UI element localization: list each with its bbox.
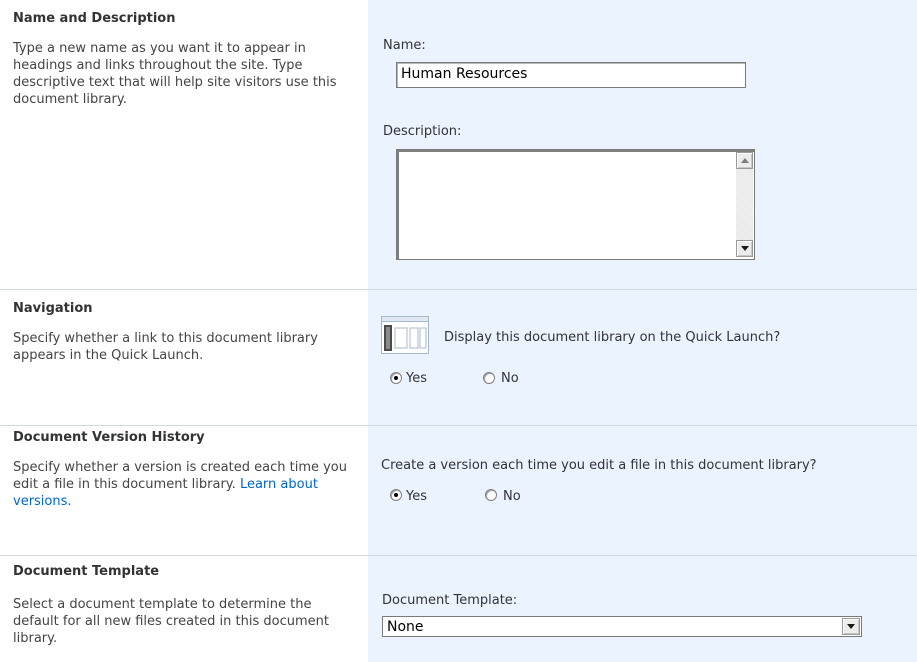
chevron-down-icon [847, 624, 855, 629]
name-label: Name: [383, 38, 426, 53]
description-label: Description: [383, 124, 462, 139]
quick-launch-icon [381, 316, 429, 354]
versioning-no-radio[interactable] [485, 489, 497, 501]
name-description-heading: Name and Description [13, 11, 176, 26]
name-input[interactable]: Human Resources [396, 62, 746, 88]
navigation-heading: Navigation [13, 301, 93, 316]
scroll-up-button[interactable] [736, 152, 753, 169]
navigation-help: Specify whether a link to this document … [13, 331, 318, 363]
document-template-select[interactable]: None [382, 616, 862, 637]
quick-launch-yes-label[interactable]: Yes [406, 371, 427, 386]
document-template-label: Document Template: [382, 593, 518, 608]
description-scrollbar[interactable] [736, 152, 753, 257]
dropdown-button[interactable] [842, 618, 860, 635]
version-history-question: Create a version each time you edit a fi… [381, 458, 817, 473]
scroll-down-button[interactable] [736, 240, 753, 257]
versioning-yes-radio[interactable] [390, 489, 402, 501]
description-textarea[interactable] [396, 149, 755, 260]
version-history-help: Specify whether a version is created eac… [13, 459, 353, 510]
scroll-up-arrow-icon [741, 158, 749, 163]
quick-launch-yes-radio[interactable] [390, 372, 402, 384]
quick-launch-question: Display this document library on the Qui… [444, 330, 781, 345]
section-separator [0, 555, 917, 556]
quick-launch-no-radio[interactable] [483, 372, 495, 384]
name-input-value: Human Resources [401, 66, 528, 82]
quick-launch-no-label[interactable]: No [501, 371, 519, 386]
versioning-no-label[interactable]: No [503, 489, 521, 504]
section-separator [0, 289, 917, 290]
section-separator [0, 425, 917, 426]
scroll-down-arrow-icon [741, 246, 749, 251]
document-template-heading: Document Template [13, 564, 160, 579]
document-template-value: None [387, 619, 424, 635]
versioning-yes-label[interactable]: Yes [406, 489, 427, 504]
document-template-help: Select a document template to determine … [13, 597, 329, 646]
version-history-heading: Document Version History [13, 430, 205, 445]
name-description-help: Type a new name as you want it to appear… [13, 41, 337, 107]
